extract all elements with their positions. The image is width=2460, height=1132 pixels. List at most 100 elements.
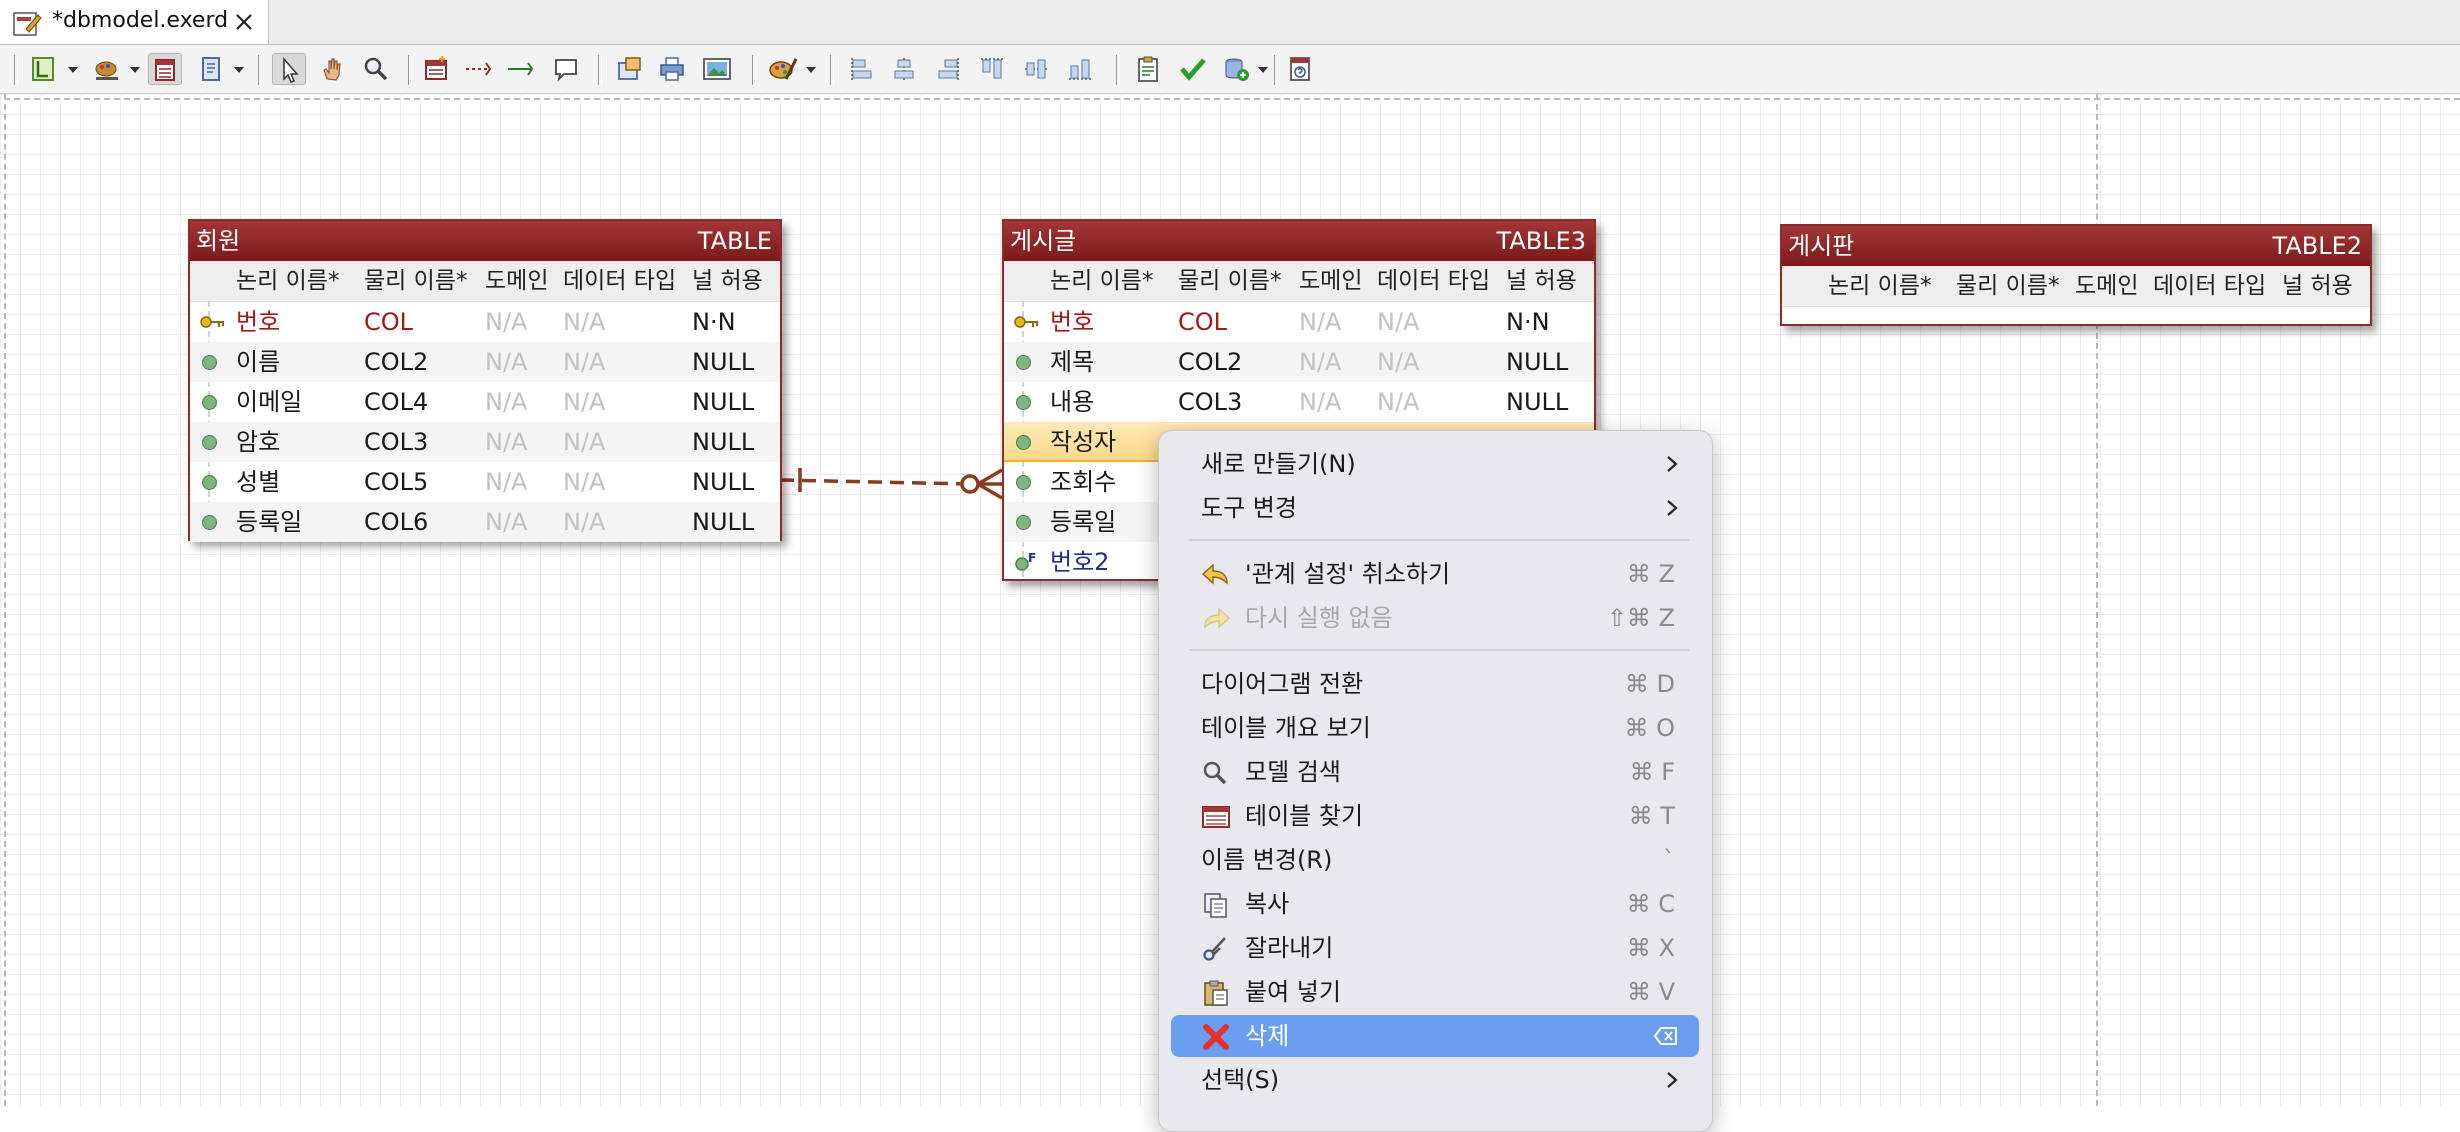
chevron-down-icon[interactable] [806, 67, 816, 73]
col-header-domain: 도메인 [1299, 268, 1363, 294]
table-row[interactable]: 성별 COL5 N/A N/A NULL [190, 462, 780, 502]
align-right-button[interactable] [932, 53, 966, 85]
diagram-toolbar [0, 45, 2460, 94]
zoom-tool-button[interactable] [360, 53, 394, 85]
menu-item-new[interactable]: 새로 만들기(N) [1171, 443, 1699, 485]
add-table-button[interactable] [420, 53, 454, 85]
table-row[interactable]: 등록일 COL6 N/A N/A NULL [190, 502, 780, 542]
table-icon [155, 59, 175, 81]
col-header-physical: 물리 이름* [1956, 273, 2060, 299]
select-tool-button[interactable] [272, 53, 306, 85]
redo-icon [1204, 607, 1231, 629]
color-tool-button[interactable] [90, 53, 124, 85]
table-row[interactable]: 제목 COL2 N/A N/A NULL [1004, 342, 1594, 382]
cell-logical: 내용 [1050, 388, 1095, 416]
entity-header[interactable]: 게시글 TABLE3 [1004, 221, 1594, 261]
menu-item-model-search[interactable]: 모델 검색 ⌘ F [1171, 751, 1699, 793]
cell-datatype: N/A [563, 348, 606, 376]
cursor-arrow-icon [283, 56, 299, 83]
menu-item-toggle-diagram[interactable]: 다이어그램 전환 ⌘ D [1171, 663, 1699, 705]
tab-title: *dbmodel.exerd [52, 8, 229, 33]
table-row[interactable]: 번호 COL N/A N/A N·N [190, 302, 780, 342]
col-header-datatype: 데이터 타입 [1377, 268, 1491, 294]
chevron-down-icon[interactable] [1258, 67, 1268, 73]
menu-item-paste[interactable]: 붙여 넣기 ⌘ V [1171, 971, 1699, 1013]
page-tool-button[interactable] [196, 53, 230, 85]
pan-tool-button[interactable] [316, 53, 350, 85]
entity-board[interactable]: 게시판 TABLE2 논리 이름* 물리 이름* 도메인 데이터 타입 널 허용 [1780, 224, 2372, 326]
chevron-down-icon[interactable] [130, 67, 140, 73]
cell-datatype: N/A [563, 428, 606, 456]
align-bottom-button[interactable] [1064, 53, 1098, 85]
table-row[interactable]: 번호 COL N/A N/A N·N [1004, 302, 1594, 342]
cell-physical: COL3 [1178, 388, 1243, 416]
cell-logical: 암호 [236, 428, 281, 456]
column-dot-icon [1016, 395, 1031, 410]
close-icon[interactable] [232, 10, 256, 34]
cell-logical: 작성자 [1050, 428, 1117, 456]
chevron-down-icon[interactable] [68, 67, 78, 73]
menu-item-table-overview[interactable]: 테이블 개요 보기 ⌘ O [1171, 707, 1699, 749]
entity-header[interactable]: 회원 TABLE [190, 221, 780, 261]
align-center-button[interactable] [888, 53, 922, 85]
delete-x-icon [1203, 1024, 1229, 1050]
column-dot-icon [1016, 515, 1031, 530]
cell-logical: 성별 [236, 468, 281, 496]
align-top-button[interactable] [976, 53, 1010, 85]
cell-datatype: N/A [563, 468, 606, 496]
help-button[interactable] [1284, 53, 1318, 85]
menu-item-change-tool[interactable]: 도구 변경 [1171, 487, 1699, 529]
table-row[interactable]: 이메일 COL4 N/A N/A NULL [190, 382, 780, 422]
menu-item-select[interactable]: 선택(S) [1171, 1059, 1699, 1101]
export-button[interactable] [614, 53, 648, 85]
col-header-logical: 논리 이름* [1828, 273, 1932, 299]
copy-icon [1204, 893, 1227, 918]
entity-header[interactable]: 게시판 TABLE2 [1782, 226, 2370, 266]
print-button[interactable] [656, 53, 690, 85]
toolbar-separator [14, 55, 18, 85]
document-icon [202, 57, 220, 81]
col-header-logical: 논리 이름* [1050, 268, 1154, 294]
menu-item-delete[interactable]: 삭제 [1171, 1015, 1699, 1057]
menu-item-find-table[interactable]: 테이블 찾기 ⌘ T [1171, 795, 1699, 837]
model-report-button[interactable] [1132, 53, 1166, 85]
menu-item-label: 붙여 넣기 [1245, 978, 1341, 1006]
align-left-button[interactable] [846, 53, 880, 85]
identifying-relation-button[interactable] [504, 53, 538, 85]
menu-item-undo[interactable]: '관계 설정' 취소하기 ⌘ Z [1171, 553, 1699, 595]
table-row[interactable]: 이름 COL2 N/A N/A NULL [190, 342, 780, 382]
export-icon [618, 57, 641, 80]
align-middle-button[interactable] [1020, 53, 1054, 85]
one-to-many-relationship[interactable] [770, 454, 1010, 504]
cell-logical: 이름 [236, 348, 281, 376]
table-view-button[interactable] [148, 53, 182, 85]
col-header-logical: 논리 이름* [236, 268, 340, 294]
relationship-line[interactable] [770, 364, 1010, 424]
cell-nullable: N·N [1506, 308, 1550, 336]
entity-table-name: TABLE3 [1496, 227, 1586, 255]
hand-icon [323, 58, 341, 81]
menu-item-cut[interactable]: 잘라내기 ⌘ X [1171, 927, 1699, 969]
menu-separator [1189, 539, 1689, 541]
context-menu: 새로 만들기(N) 도구 변경 '관계 설정' 취소하기 ⌘ Z 다시 실행 없… [1158, 430, 1713, 1132]
non-identifying-relation-button[interactable] [462, 53, 496, 85]
menu-item-copy[interactable]: 복사 ⌘ C [1171, 883, 1699, 925]
forward-engineer-button[interactable] [1220, 53, 1254, 85]
add-note-button[interactable] [550, 53, 584, 85]
cell-physical: COL [364, 308, 414, 336]
menu-item-rename[interactable]: 이름 변경(R) ` [1171, 839, 1699, 881]
table-row[interactable]: 암호 COL3 N/A N/A NULL [190, 422, 780, 462]
cell-logical: 번호2 [1050, 548, 1110, 576]
cell-nullable: NULL [692, 388, 755, 416]
layer-tool-button[interactable] [28, 53, 62, 85]
menu-shortcut: ⌘ D [1624, 670, 1675, 698]
entity-member[interactable]: 회원 TABLE 논리 이름* 물리 이름* 도메인 데이터 타입 널 허용 번… [188, 219, 782, 542]
validate-model-button[interactable] [1176, 53, 1210, 85]
entity-name: 회원 [196, 227, 241, 255]
cell-physical: COL6 [364, 508, 429, 536]
editor-tab-dbmodel[interactable]: *dbmodel.exerd [0, 0, 269, 44]
save-image-button[interactable] [700, 53, 734, 85]
table-row[interactable]: 내용 COL3 N/A N/A NULL [1004, 382, 1594, 422]
chevron-down-icon[interactable] [234, 67, 244, 73]
style-button[interactable] [766, 53, 800, 85]
